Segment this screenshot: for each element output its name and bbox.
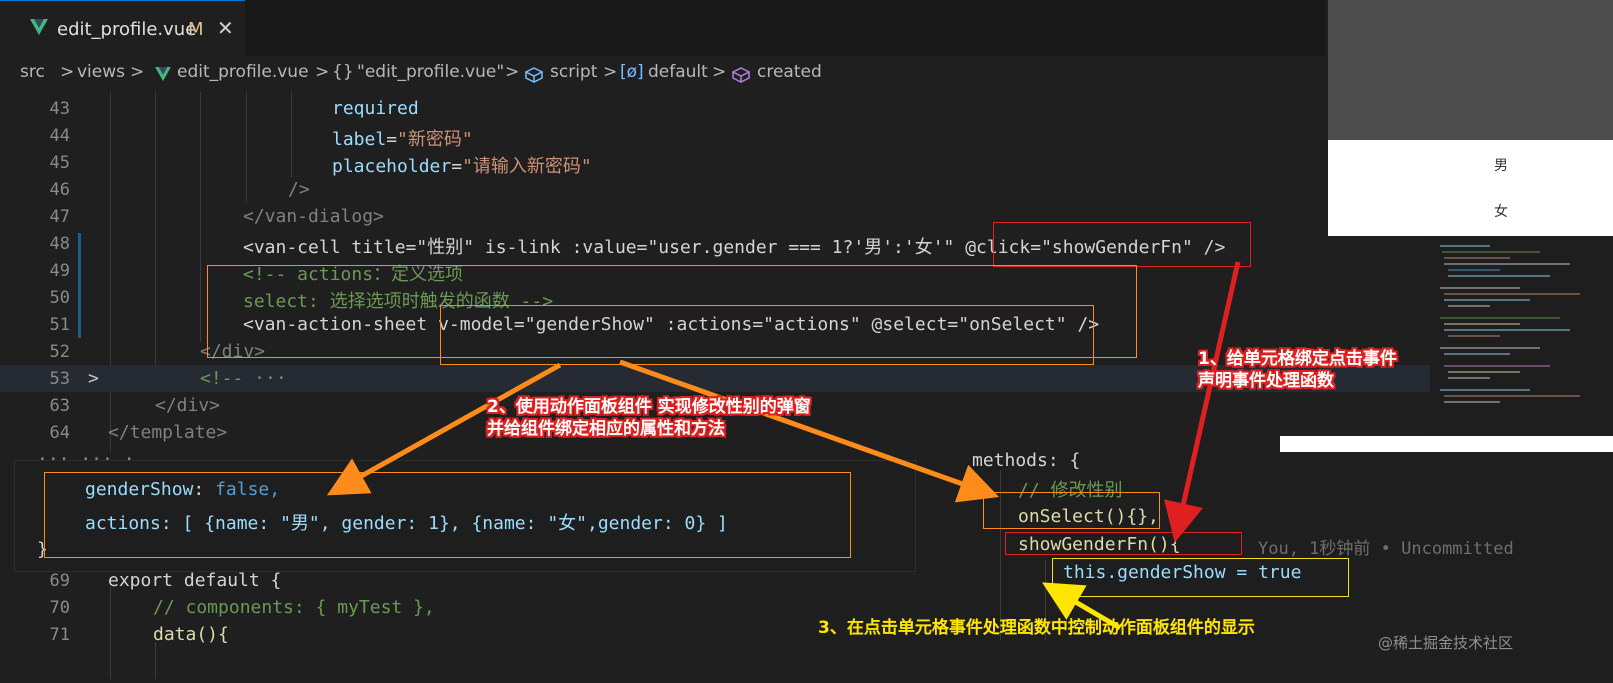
action-sheet-option[interactable]: 女 bbox=[1494, 201, 1508, 221]
chevron-right-icon: > bbox=[130, 62, 145, 82]
code-line: 43 required bbox=[49, 98, 419, 119]
onselect-highlight bbox=[983, 492, 1160, 529]
breadcrumb-views[interactable]: views bbox=[77, 62, 125, 82]
vue-file-icon bbox=[155, 67, 171, 81]
breadcrumb: src > views > edit_profile.vue > {} "edi… bbox=[0, 56, 1325, 90]
modified-indicator: M bbox=[188, 19, 204, 40]
chevron-right-icon: > bbox=[712, 62, 727, 82]
showgender-highlight bbox=[1005, 532, 1242, 555]
annotation-step-3: 3、在点击单元格事件处理函数中控制动作面板组件的显示 bbox=[818, 618, 1255, 638]
braces-icon: {} bbox=[332, 62, 354, 82]
chevron-right-icon[interactable]: > bbox=[88, 368, 99, 389]
action-sheet-option[interactable]: 男 bbox=[1494, 155, 1508, 175]
git-blame-annotation: You, 1秒钟前 • Uncommitted bbox=[1258, 539, 1514, 559]
breadcrumb-module[interactable]: "edit_profile.vue" bbox=[357, 62, 504, 82]
editor-tab-bar: edit_profile.vue M ✕ bbox=[0, 0, 1325, 56]
chevron-right-icon: > bbox=[60, 62, 75, 82]
breadcrumb-created[interactable]: created bbox=[757, 62, 822, 82]
breadcrumb-script[interactable]: script bbox=[550, 62, 597, 82]
variable-icon: [ø] bbox=[620, 62, 644, 82]
code-line: 46 /> bbox=[49, 179, 310, 200]
breadcrumb-default[interactable]: default bbox=[648, 62, 708, 82]
action-sheet-preview: 男 女 bbox=[1328, 0, 1613, 236]
annotation-step-1: 1、给单元格绑定点击事件 声明事件处理函数 bbox=[1198, 349, 1397, 391]
chevron-right-icon: > bbox=[315, 62, 330, 82]
annotation-step-2: 2、使用动作面板组件 实现修改性别的弹窗 并给组件绑定相应的属性和方法 bbox=[487, 397, 811, 439]
breadcrumb-file[interactable]: edit_profile.vue bbox=[177, 62, 309, 82]
chevron-right-icon: > bbox=[505, 62, 520, 82]
click-handler-highlight bbox=[993, 222, 1251, 267]
tab-edit-profile[interactable]: edit_profile.vue M ✕ bbox=[0, 0, 245, 56]
tab-filename: edit_profile.vue bbox=[57, 19, 197, 40]
cube-icon bbox=[525, 67, 543, 83]
breadcrumb-src[interactable]: src bbox=[20, 62, 45, 82]
vmodel-highlight bbox=[440, 305, 1094, 365]
vue-file-icon bbox=[30, 19, 48, 35]
chevron-right-icon: > bbox=[603, 62, 618, 82]
code-line: 44 label="新密码" bbox=[49, 126, 473, 150]
data-highlight bbox=[44, 472, 851, 558]
gendershow-true-highlight bbox=[1052, 558, 1349, 597]
method-cube-icon bbox=[732, 67, 750, 83]
code-line: 45 placeholder="请输入新密码" bbox=[49, 153, 592, 177]
watermark: @稀土掘金技术社区 bbox=[1378, 634, 1514, 652]
close-icon[interactable]: ✕ bbox=[217, 16, 234, 40]
